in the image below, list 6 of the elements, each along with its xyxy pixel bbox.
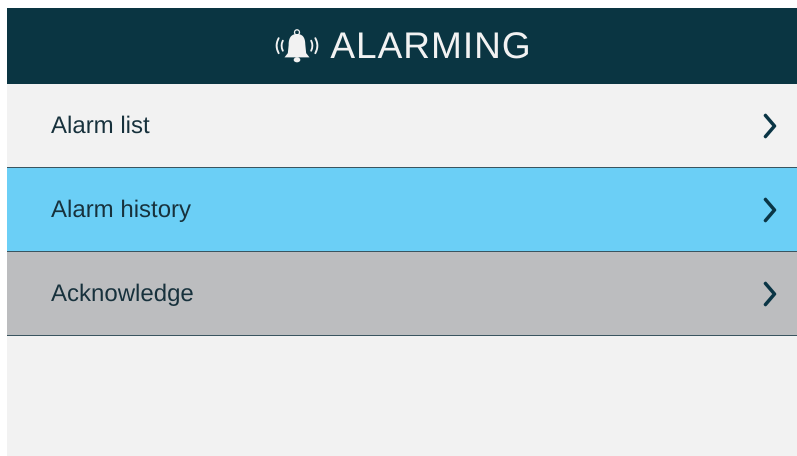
menu-item[interactable]: Acknowledge	[7, 252, 797, 336]
menu-item[interactable]: Alarm history	[7, 168, 797, 252]
chevron-right-icon	[763, 280, 777, 306]
chevron-right-icon	[763, 196, 777, 222]
header-title: ALARMING	[330, 25, 532, 67]
chevron-right-icon	[763, 112, 777, 138]
